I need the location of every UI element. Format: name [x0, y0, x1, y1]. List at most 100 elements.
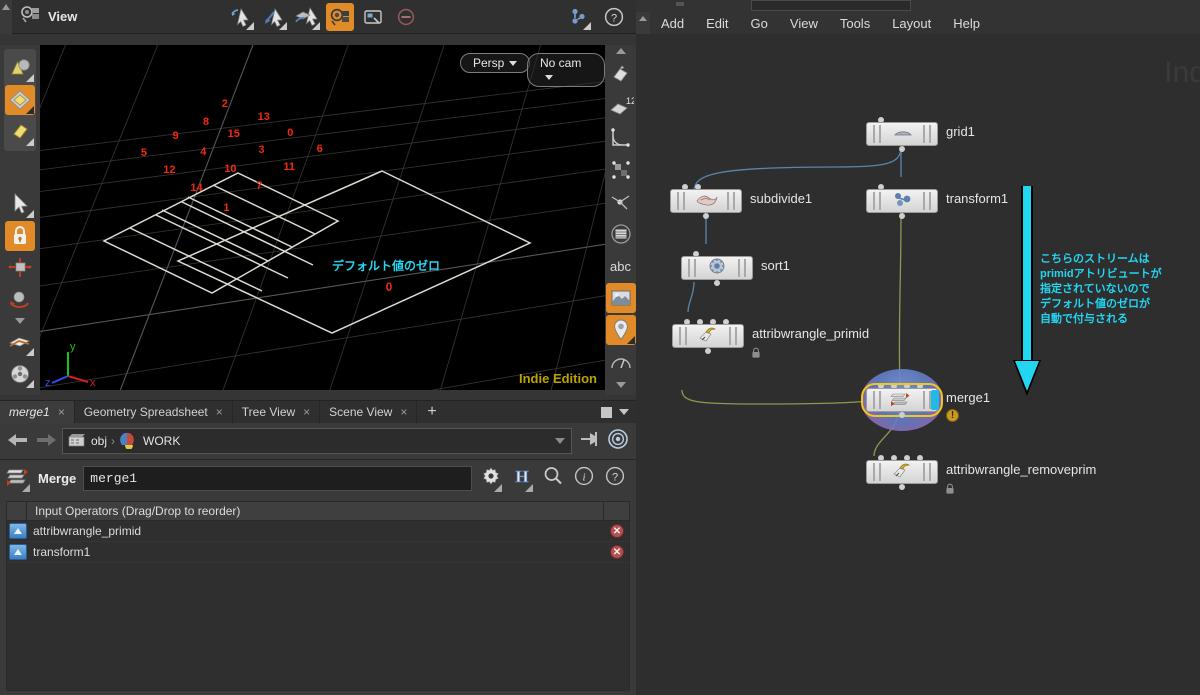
scale-arrow-icon[interactable] — [293, 3, 321, 31]
pane-tab-merge1[interactable]: merge1 × — [0, 401, 75, 423]
delete-input-button[interactable]: ✕ — [610, 545, 624, 559]
move-tool-icon[interactable] — [5, 253, 35, 283]
pane-tab-tree-view[interactable]: Tree View × — [233, 401, 321, 423]
network-node-subdivide1[interactable]: subdivide1 — [670, 184, 812, 219]
prim-number: 7 — [256, 180, 263, 193]
film-tool-icon[interactable] — [5, 359, 35, 389]
gauge-icon[interactable] — [606, 347, 636, 377]
more-icon[interactable] — [615, 382, 626, 388]
node-name-field[interactable]: merge1 — [83, 466, 472, 491]
path-dropdown-icon[interactable] — [555, 438, 565, 444]
node-output-connector[interactable] — [703, 213, 709, 219]
view-menu[interactable]: View — [20, 4, 77, 29]
paint-icon[interactable] — [606, 59, 636, 89]
abc-icon[interactable]: abc — [606, 251, 636, 281]
pane-tab-geometry-spreadsheet[interactable]: Geometry Spreadsheet × — [75, 401, 233, 423]
up-arrow-icon[interactable] — [9, 544, 27, 560]
delete-input-button[interactable]: ✕ — [610, 524, 624, 538]
maximize-pane-icon[interactable] — [601, 406, 612, 418]
network-node-grid1[interactable]: grid1 — [866, 117, 975, 152]
add-tab-button[interactable]: + — [417, 401, 446, 423]
network-collapse-handle[interactable] — [636, 12, 650, 34]
warning-badge-icon[interactable]: ! — [946, 409, 959, 422]
handle-icon[interactable] — [326, 2, 355, 31]
camera-selector[interactable]: No cam — [527, 53, 605, 87]
input-operator-row[interactable]: transform1 ✕ — [7, 542, 629, 563]
network-menu-layout[interactable]: Layout — [881, 16, 942, 31]
pane-menu-icon[interactable] — [619, 409, 629, 415]
network-menu-tools[interactable]: Tools — [829, 16, 881, 31]
search-icon[interactable] — [541, 464, 565, 493]
help-icon[interactable]: ? — [603, 464, 627, 493]
points-icon[interactable] — [606, 155, 636, 185]
layout-icon[interactable] — [564, 3, 592, 31]
pane-tab-scene-view[interactable]: Scene View × — [320, 401, 418, 423]
select-arrow-icon[interactable] — [227, 3, 255, 31]
node-body[interactable] — [670, 189, 742, 213]
help-icon[interactable]: ? — [600, 3, 628, 31]
viewport-3d[interactable]: 2 8 13 9 15 0 5 4 3 6 12 10 11 14 7 1 0 デフォルト値のゼロ Persp… — [40, 45, 605, 390]
rail-more-icon[interactable] — [15, 318, 25, 324]
lock-tool-icon[interactable] — [5, 221, 35, 251]
path-field[interactable]: obj › WORK — [62, 428, 572, 454]
perspective-selector[interactable]: Persp — [460, 53, 531, 73]
network-node-attribwrangle_primid[interactable]: attribwrangle_primid — [672, 319, 869, 358]
image-icon[interactable] — [605, 283, 636, 313]
close-icon[interactable]: × — [400, 405, 407, 419]
normals-icon[interactable] — [606, 187, 636, 217]
handle-tool-icon[interactable] — [5, 327, 35, 357]
pin-icon[interactable] — [578, 429, 600, 454]
select-tool-icon[interactable] — [5, 189, 35, 219]
forward-arrow-icon[interactable] — [34, 430, 56, 452]
info-icon[interactable]: i — [572, 464, 596, 493]
back-arrow-icon[interactable] — [6, 430, 28, 452]
node-output-connector[interactable] — [899, 146, 905, 152]
network-node-attribwrangle_removeprim[interactable]: attribwrangle_removeprim — [866, 455, 1096, 494]
network-menu-edit[interactable]: Edit — [695, 16, 739, 31]
disk-icon[interactable] — [606, 219, 636, 249]
node-body[interactable] — [866, 122, 938, 146]
node-body[interactable] — [672, 324, 744, 348]
crumb-obj[interactable]: obj — [91, 434, 107, 448]
network-canvas[interactable]: Ind grid1 subdivide1 transform1 sort1 attr — [636, 34, 1200, 695]
edition-watermark: Indie Edition — [519, 371, 597, 386]
network-menu-add[interactable]: Add — [650, 16, 695, 31]
network-menu-go[interactable]: Go — [740, 16, 779, 31]
node-display-toggle[interactable] — [931, 390, 939, 410]
node-output-connector[interactable] — [899, 412, 905, 418]
rotate-arrow-icon[interactable] — [260, 3, 288, 31]
input-operator-row[interactable]: attribwrangle_primid ✕ — [7, 521, 629, 542]
node-output-connector[interactable] — [705, 348, 711, 354]
marker-icon[interactable] — [605, 315, 636, 345]
numbers-12-icon[interactable]: 12 — [606, 91, 636, 121]
up-arrow-icon[interactable] — [9, 523, 27, 539]
network-menu-help[interactable]: Help — [942, 16, 991, 31]
node-output-connector[interactable] — [899, 213, 905, 219]
pane-collapse-handle[interactable] — [0, 0, 12, 34]
material-icon[interactable] — [5, 85, 35, 115]
rotate-tool-icon[interactable] — [5, 285, 35, 315]
angle-icon[interactable] — [606, 123, 636, 153]
node-output-connector[interactable] — [899, 484, 905, 490]
network-menu-view[interactable]: View — [779, 16, 829, 31]
target-icon[interactable] — [606, 427, 630, 456]
node-output-connector[interactable] — [714, 280, 720, 286]
node-body[interactable] — [866, 460, 938, 484]
crumb-work[interactable]: WORK — [143, 434, 180, 448]
close-icon[interactable]: × — [303, 405, 310, 419]
houdini-h-icon[interactable]: H — [510, 464, 534, 493]
network-node-transform1[interactable]: transform1 — [866, 184, 1008, 219]
network-node-sort1[interactable]: sort1 — [681, 251, 790, 286]
node-type-label: Merge — [38, 471, 77, 486]
gear-icon[interactable] — [479, 464, 503, 493]
disable-icon[interactable] — [392, 3, 420, 31]
network-node-merge1[interactable]: merge1! — [861, 369, 990, 431]
close-icon[interactable]: × — [216, 405, 223, 419]
ghost-icon[interactable] — [5, 117, 35, 147]
close-icon[interactable]: × — [58, 405, 65, 419]
node-body[interactable] — [866, 189, 938, 213]
node-body[interactable] — [681, 256, 753, 280]
snap-icon[interactable] — [359, 3, 387, 31]
scroll-up-icon[interactable] — [615, 48, 626, 54]
shading-icon[interactable] — [5, 53, 35, 83]
